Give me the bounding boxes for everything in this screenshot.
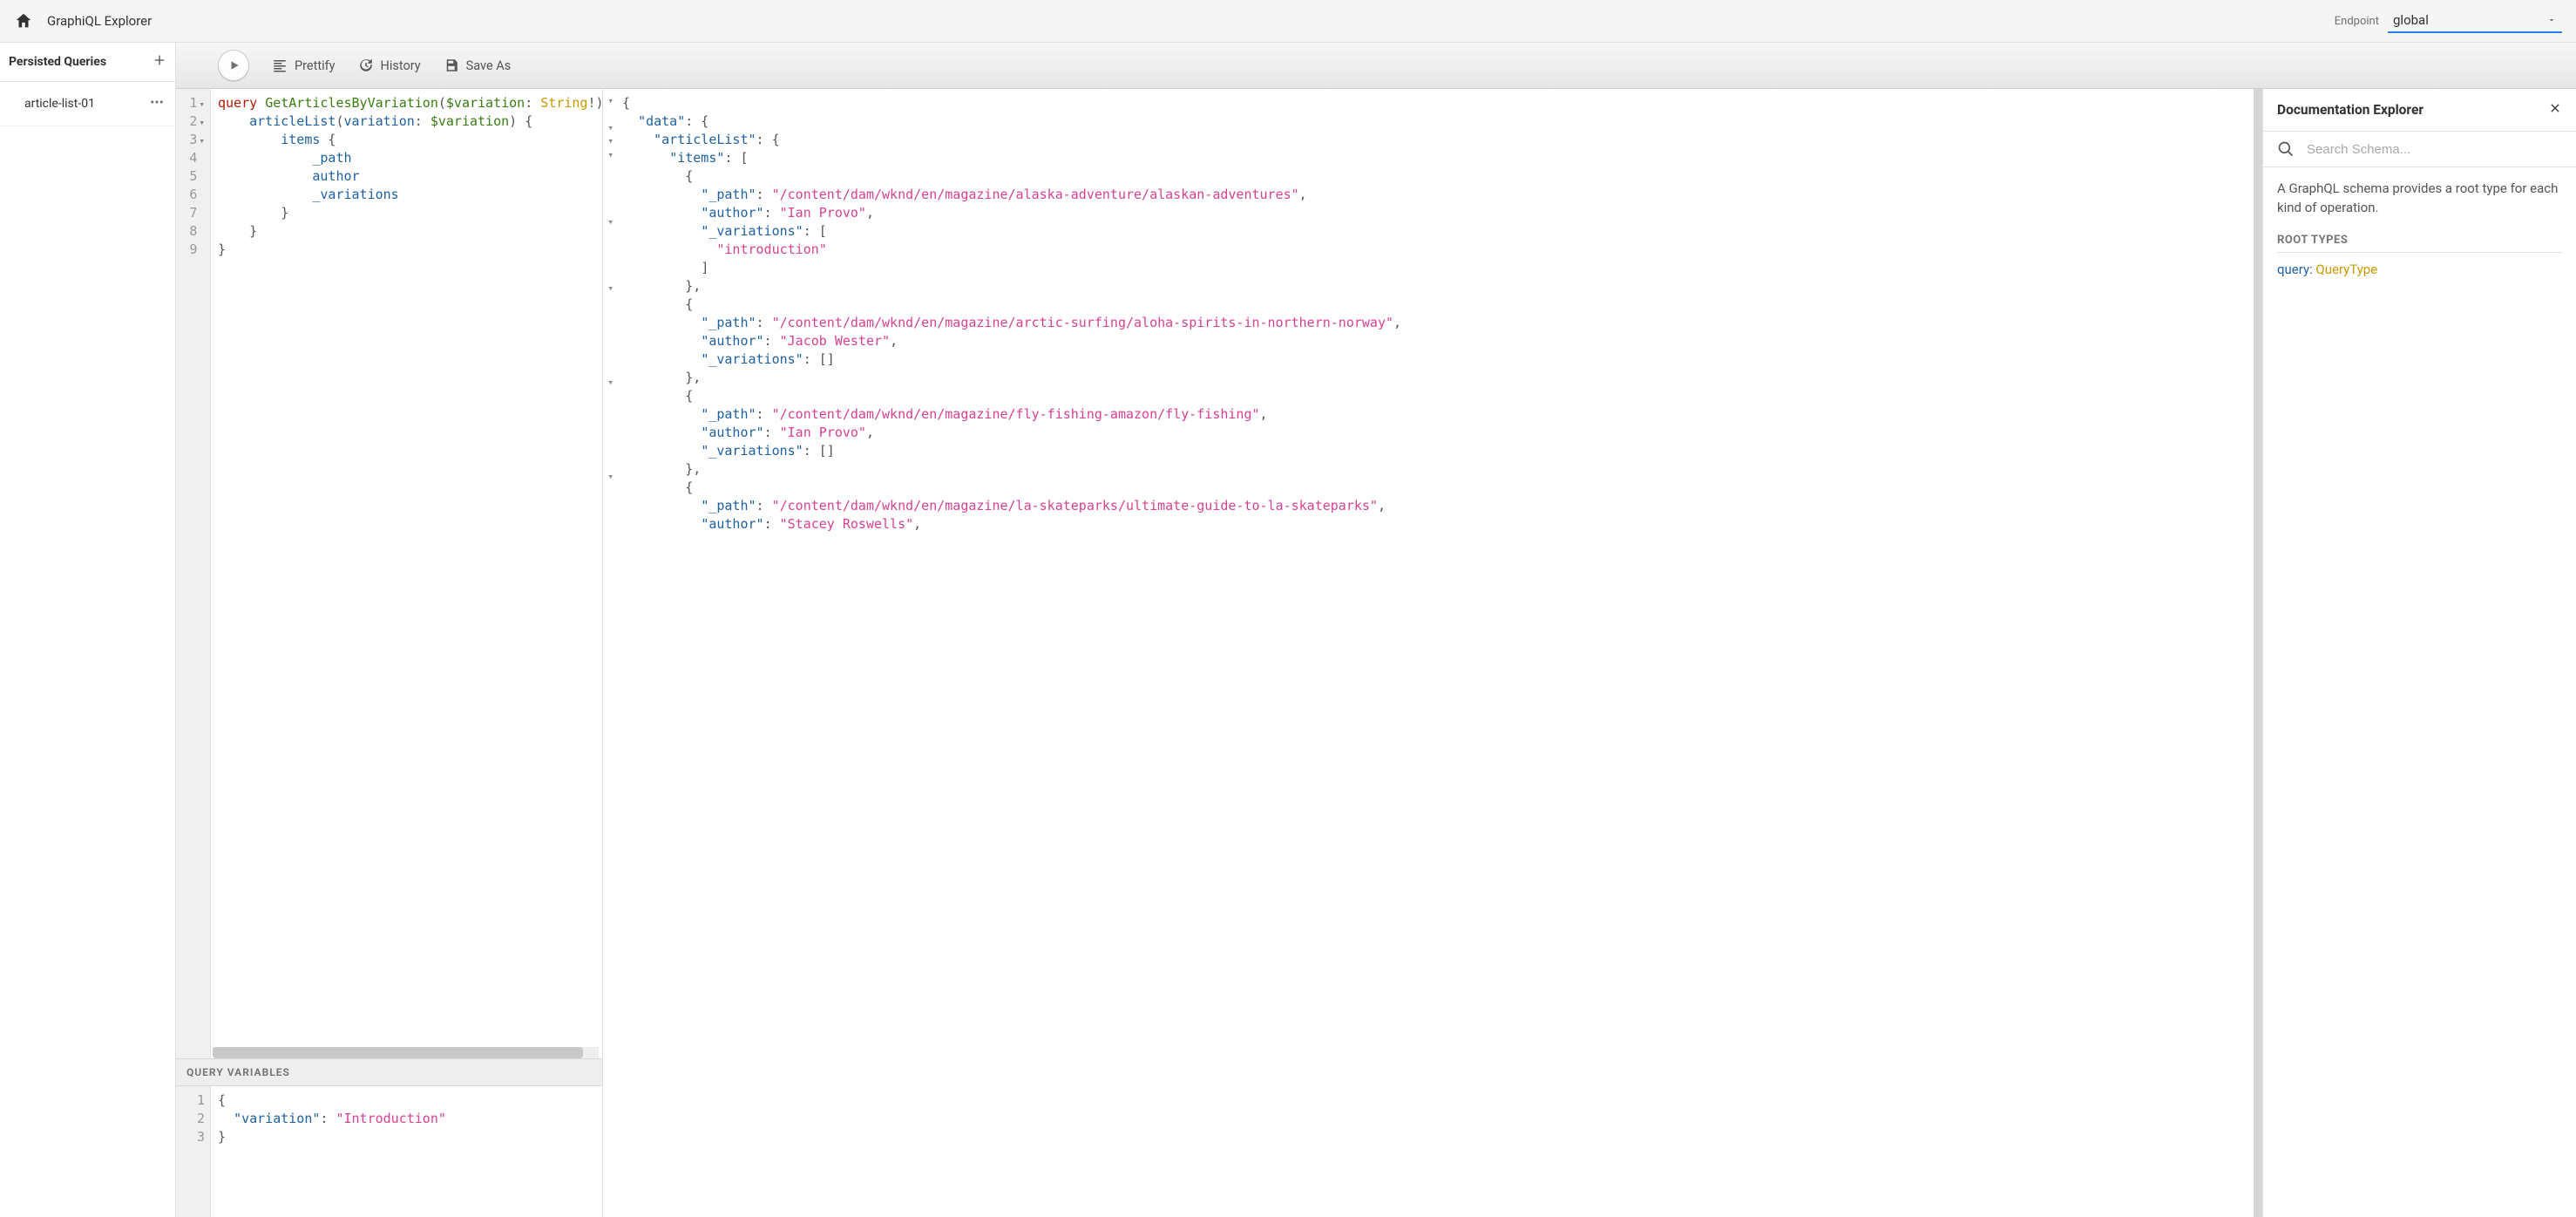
app-header: GraphiQL Explorer Endpoint global: [0, 0, 2576, 43]
graphiql-toolbar: Prettify History Save As: [176, 43, 2576, 89]
persisted-query-name: article-list-01: [24, 97, 95, 111]
close-icon: [2548, 101, 2562, 115]
add-persisted-query-button[interactable]: [153, 53, 166, 71]
home-icon[interactable]: [14, 11, 33, 31]
query-editor[interactable]: 1▾ 2▾ 3▾ 4 5 6 7 8 9 query GetArticlesBy…: [176, 89, 602, 1058]
persisted-query-item[interactable]: article-list-01: [0, 82, 175, 126]
docs-title: Documentation Explorer: [2277, 102, 2423, 118]
vars-gutter: 1 2 3: [176, 1086, 211, 1217]
persisted-queries-title: Persisted Queries: [9, 55, 106, 69]
horizontal-scrollbar[interactable]: [213, 1047, 599, 1058]
endpoint-value: global: [2393, 12, 2429, 28]
docs-description: A GraphQL schema provides a root type fo…: [2277, 180, 2562, 218]
docs-close-button[interactable]: [2548, 101, 2562, 119]
docs-root-type-row[interactable]: query: QueryType: [2277, 262, 2562, 277]
plus-icon: [153, 53, 166, 67]
docs-root-types-heading: ROOT TYPES: [2277, 234, 2562, 253]
results-viewer[interactable]: ▾ ▾▾▾ ▾ ▾ ▾ ▾ { "data": { "articleList":…: [603, 89, 2262, 1217]
chevron-down-icon: [2546, 15, 2557, 25]
prettify-button[interactable]: Prettify: [272, 58, 336, 73]
docs-search-input[interactable]: [2307, 142, 2562, 157]
query-variables-header[interactable]: QUERY VARIABLES: [176, 1058, 602, 1086]
persisted-queries-sidebar: Persisted Queries article-list-01: [0, 43, 176, 1217]
save-icon: [444, 58, 459, 73]
history-button[interactable]: History: [358, 58, 421, 73]
execute-query-button[interactable]: [218, 50, 249, 81]
endpoint-label: Endpoint: [2335, 15, 2379, 28]
query-gutter: 1▾ 2▾ 3▾ 4 5 6 7 8 9: [176, 89, 211, 1058]
app-title: GraphiQL Explorer: [47, 13, 152, 29]
results-fold-gutter: ▾ ▾▾▾ ▾ ▾ ▾ ▾: [603, 89, 615, 1217]
prettify-icon: [272, 58, 288, 73]
more-horizontal-icon: [149, 94, 165, 110]
search-icon: [2277, 140, 2295, 158]
save-as-button[interactable]: Save As: [444, 58, 512, 73]
endpoint-dropdown[interactable]: global: [2388, 9, 2562, 33]
documentation-explorer: Documentation Explorer A GraphQL schema …: [2262, 89, 2576, 1217]
history-icon: [358, 58, 374, 73]
query-variables-editor[interactable]: 1 2 3 { "variation": "Introduction" }: [176, 1086, 602, 1217]
persisted-query-menu-button[interactable]: [149, 94, 165, 113]
play-icon: [228, 59, 241, 71]
